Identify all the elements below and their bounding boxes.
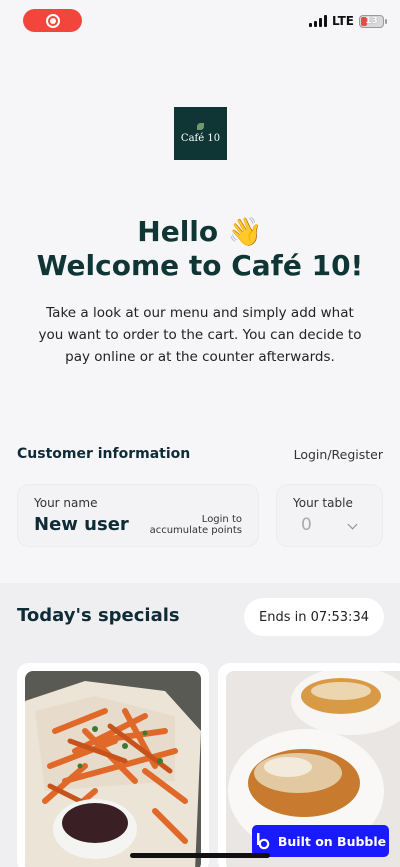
cafe-logo: Café 10 bbox=[174, 107, 227, 160]
hero-title: Hello 👋 Welcome to Café 10! bbox=[0, 215, 400, 283]
special-item-card[interactable] bbox=[17, 663, 209, 867]
login-hint-line1: Login to bbox=[201, 514, 242, 525]
built-on-bubble-badge[interactable]: Built on Bubble bbox=[252, 825, 389, 857]
login-hint-line2: accumulate points bbox=[149, 525, 242, 536]
status-bar: LTE 13 bbox=[0, 0, 400, 44]
name-value: New user bbox=[34, 514, 129, 535]
login-register-link[interactable]: Login/Register bbox=[294, 447, 383, 462]
chevron-down-icon bbox=[347, 519, 358, 530]
customer-info-header: Customer information Login/Register bbox=[17, 446, 383, 462]
specials-countdown: Ends in 07:53:34 bbox=[244, 598, 384, 636]
hero-title-line2: Welcome to Café 10! bbox=[36, 249, 364, 282]
login-hint[interactable]: Login to accumulate points bbox=[150, 514, 242, 536]
name-label: Your name bbox=[34, 496, 98, 510]
battery-icon: 13 bbox=[359, 14, 387, 28]
status-icons: LTE 13 bbox=[308, 14, 387, 28]
logo-text: Café 10 bbox=[180, 133, 221, 144]
bubble-badge-label: Built on Bubble bbox=[277, 833, 387, 849]
hero-subtitle: Take a look at our menu and simply add w… bbox=[38, 305, 362, 365]
home-indicator[interactable] bbox=[130, 853, 270, 858]
network-label: LTE bbox=[331, 14, 354, 28]
fries-image bbox=[25, 671, 201, 867]
cellular-signal-icon bbox=[308, 15, 327, 27]
table-select[interactable]: Your table 0 bbox=[276, 484, 383, 547]
customer-info-title: Customer information bbox=[17, 446, 191, 462]
name-card[interactable]: Your name New user Login to accumulate p… bbox=[17, 484, 259, 547]
bubble-icon bbox=[256, 832, 270, 849]
leaf-icon bbox=[197, 123, 204, 130]
screen-recording-indicator[interactable] bbox=[23, 9, 82, 32]
record-icon bbox=[45, 13, 60, 28]
specials-title: Today's specials bbox=[17, 605, 180, 626]
hero-title-line1: Hello 👋 bbox=[137, 215, 263, 248]
battery-level: 13 bbox=[365, 16, 378, 26]
table-value: 0 bbox=[301, 515, 312, 535]
table-label: Your table bbox=[293, 496, 353, 510]
